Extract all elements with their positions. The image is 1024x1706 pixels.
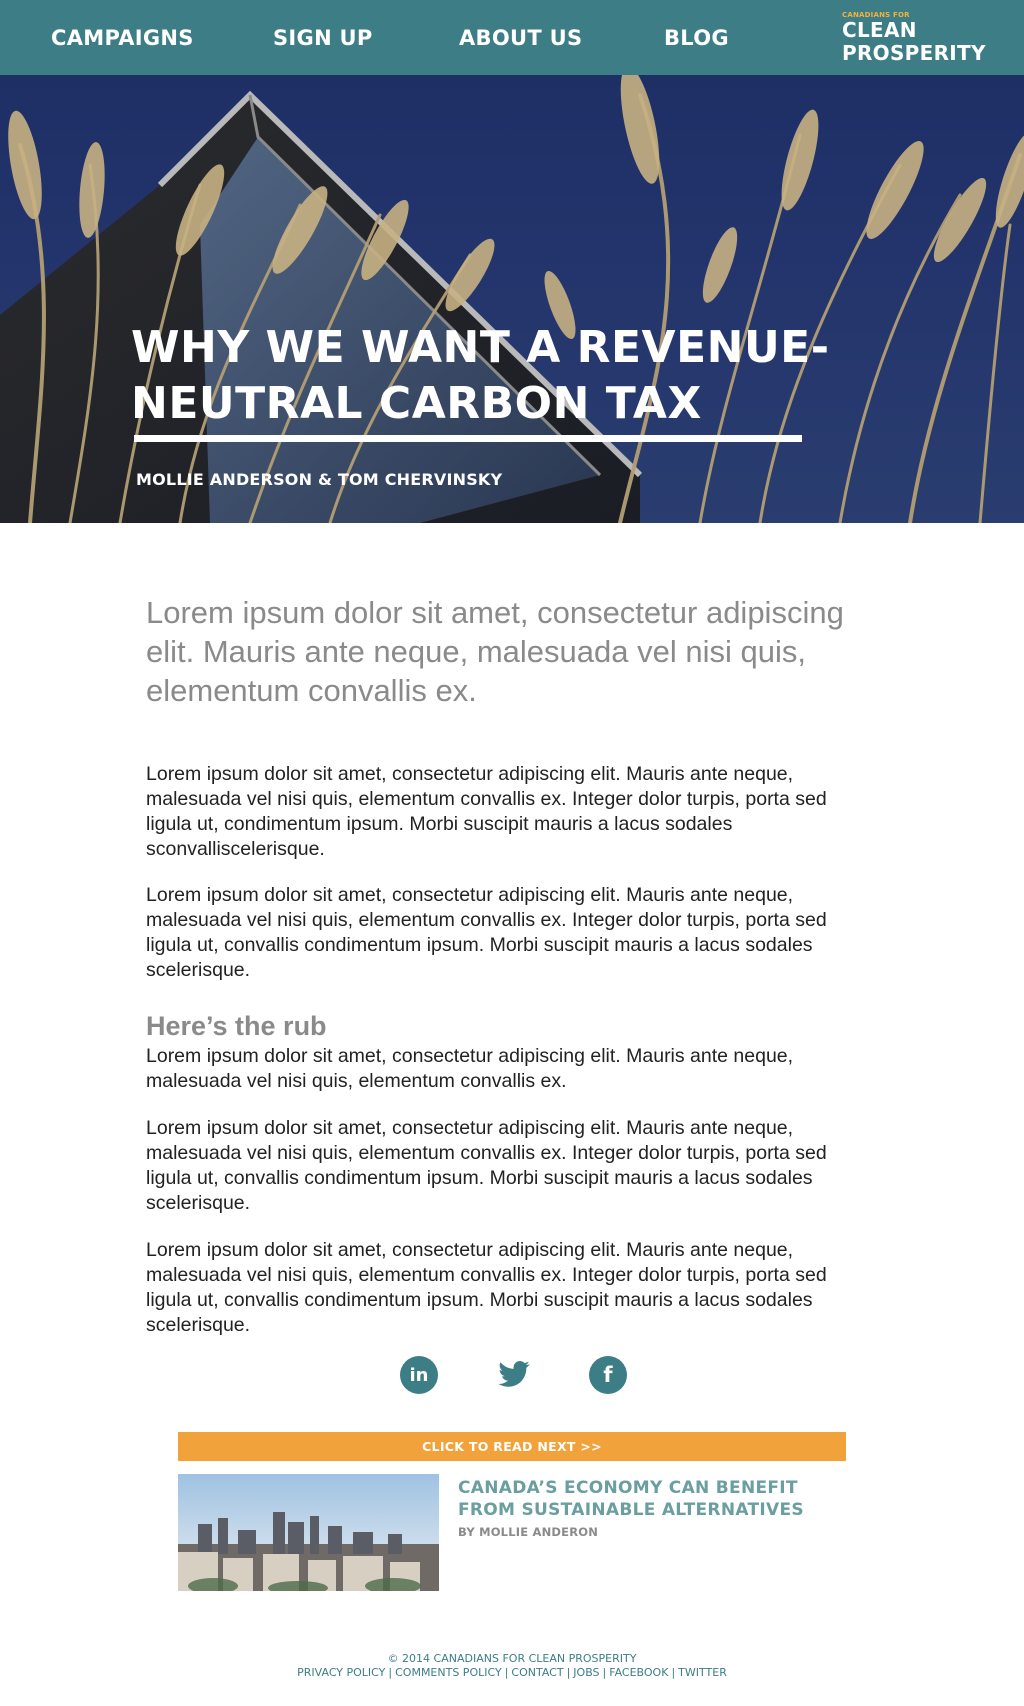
- nav-about-us[interactable]: ABOUT US: [459, 26, 582, 50]
- city-skyline-image: [178, 1474, 439, 1591]
- article-title: WHY WE WANT A REVENUE-NEUTRAL CARBON TAX: [131, 322, 830, 429]
- article-paragraph: Lorem ipsum dolor sit amet, consectetur …: [146, 1117, 827, 1214]
- nav-blog[interactable]: BLOG: [664, 26, 729, 50]
- read-next-thumbnail[interactable]: [178, 1474, 439, 1591]
- footer-link-twitter[interactable]: TWITTER: [678, 1666, 727, 1679]
- footer-link-jobs[interactable]: JOBS: [573, 1666, 599, 1679]
- top-nav: CAMPAIGNS SIGN UP ABOUT US BLOG CANADIAN…: [0, 0, 1024, 75]
- logo-line-1: CLEAN: [842, 18, 917, 42]
- footer-links: PRIVACY POLICY | COMMENTS POLICY | CONTACT | J…: [297, 1666, 727, 1679]
- read-next-title[interactable]: CANADA’S ECONOMY CAN BENEFIT FROM SUSTAI…: [458, 1477, 848, 1521]
- read-next-byline: BY MOLLIE ANDERON: [458, 1525, 599, 1539]
- nav-sign-up[interactable]: SIGN UP: [273, 26, 373, 50]
- nav-campaigns[interactable]: CAMPAIGNS: [51, 26, 194, 50]
- footer-link-privacy-policy[interactable]: PRIVACY POLICY: [297, 1666, 385, 1679]
- footer-link-facebook[interactable]: FACEBOOK: [609, 1666, 668, 1679]
- linkedin-icon: in: [409, 1364, 429, 1386]
- footer-copyright: © 2014 CANADIANS FOR CLEAN PROSPERITY: [387, 1652, 637, 1665]
- twitter-button[interactable]: [495, 1356, 533, 1394]
- site-footer: © 2014 CANADIANS FOR CLEAN PROSPERITY PR…: [0, 1652, 1024, 1680]
- article-paragraph: Lorem ipsum dolor sit amet, consectetur …: [146, 763, 827, 860]
- article-paragraph: Lorem ipsum dolor sit amet, consectetur …: [146, 1045, 794, 1092]
- facebook-button[interactable]: f: [589, 1356, 627, 1394]
- footer-link-contact[interactable]: CONTACT: [511, 1666, 563, 1679]
- hero-background-image: [0, 75, 1024, 523]
- site-logo[interactable]: CANADIANS FOR CLEAN PROSPERITY: [842, 11, 986, 65]
- title-underline: [134, 435, 802, 442]
- article-paragraph: Lorem ipsum dolor sit amet, consectetur …: [146, 884, 827, 981]
- facebook-icon: f: [603, 1363, 613, 1387]
- read-next-button[interactable]: CLICK TO READ NEXT >>: [178, 1432, 846, 1461]
- article-authors: MOLLIE ANDERSON & TOM CHERVINSKY: [136, 470, 503, 489]
- hero-banner: WHY WE WANT A REVENUE-NEUTRAL CARBON TAX…: [0, 75, 1024, 523]
- article-lead: Lorem ipsum dolor sit amet, consectetur …: [146, 595, 844, 708]
- footer-link-comments-policy[interactable]: COMMENTS POLICY: [395, 1666, 502, 1679]
- logo-line-2: PROSPERITY: [842, 41, 986, 65]
- linkedin-button[interactable]: in: [400, 1356, 438, 1394]
- article-paragraph: Lorem ipsum dolor sit amet, consectetur …: [146, 1239, 827, 1336]
- article-subheading: Here’s the rub: [146, 1011, 327, 1041]
- twitter-icon: [498, 1361, 530, 1387]
